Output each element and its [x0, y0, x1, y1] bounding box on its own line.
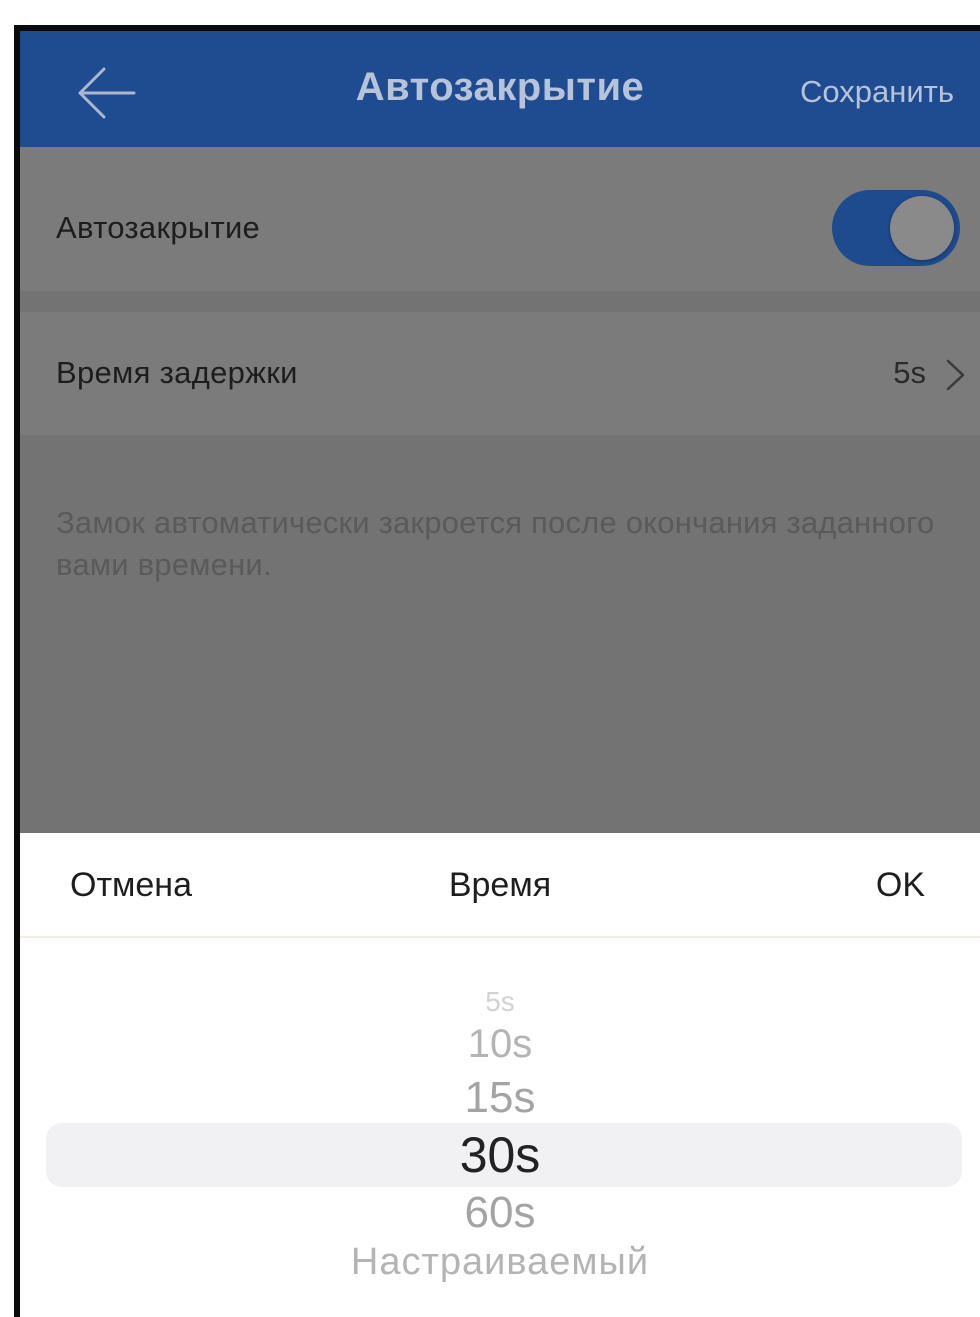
arrow-left-icon[interactable] — [74, 65, 138, 121]
time-picker-sheet: Отмена Время OK 5s 10s 15s 30s 60s Настр… — [20, 833, 980, 1317]
picker-option[interactable]: Настраиваемый — [20, 1241, 980, 1284]
delay-time-row[interactable]: Время задержки 5s — [20, 312, 980, 435]
page-title: Автозакрытие — [355, 65, 645, 109]
delay-time-label: Время задержки — [56, 355, 298, 390]
picker-option[interactable]: 5s — [20, 986, 980, 1018]
auto-close-row: Автозакрытие — [20, 147, 980, 291]
picker-header: Отмена Время OK — [20, 833, 980, 938]
picker-title: Время — [448, 866, 552, 904]
app-header: Автозакрытие Сохранить — [20, 31, 980, 147]
cancel-button[interactable]: Отмена — [70, 866, 192, 905]
picker-option[interactable]: 60s — [20, 1188, 980, 1238]
save-button[interactable]: Сохранить — [800, 74, 954, 110]
picker-option[interactable]: 10s — [20, 1022, 980, 1067]
time-picker-wheel[interactable]: 5s 10s 15s 30s 60s Настраиваемый — [20, 938, 980, 1317]
delay-time-value: 5s — [893, 355, 926, 390]
auto-close-label: Автозакрытие — [56, 210, 261, 245]
picker-option-selected[interactable]: 30s — [20, 1126, 980, 1184]
toggle-knob — [890, 196, 954, 260]
auto-close-description: Замок автоматически закроется после окон… — [56, 505, 935, 582]
auto-close-toggle[interactable] — [832, 190, 960, 266]
chevron-right-icon — [946, 359, 965, 391]
settings-body: Автозакрытие Время задержки 5s Замок авт… — [20, 147, 980, 833]
phone-screen: Автозакрытие Сохранить Автозакрытие Врем… — [14, 25, 980, 1317]
picker-option[interactable]: 15s — [20, 1073, 980, 1123]
ok-button[interactable]: OK — [876, 866, 925, 905]
